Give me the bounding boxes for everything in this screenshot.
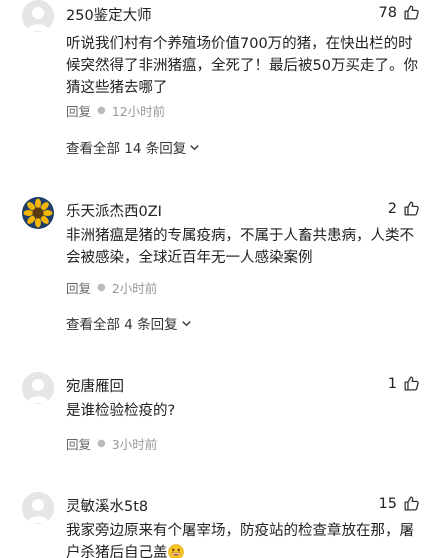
timestamp: 3小时前 [111,437,158,452]
view-replies-label: 查看全部 14 条回复 [66,141,187,157]
reply-button[interactable]: 回复 [66,101,91,120]
comment-text: 非洲猪瘟是猪的专属疫病，不属于人畜共患病，人类不会被感染，全球近百年无一人感染案… [66,228,414,266]
reply-button[interactable]: 回复 [66,434,91,453]
timestamp: 2小时前 [111,281,158,296]
chevron-down-icon [190,145,199,151]
separator-dot: ● [97,105,106,116]
thumbs-up-icon [404,201,419,216]
username[interactable]: 乐天派杰西0ZI [66,200,162,221]
avatar[interactable] [22,372,54,404]
comment-text: 听说我们村有个养殖场价值700万的猪，在快出栏的时候突然得了非洲猪瘟，全死了！最… [66,36,418,96]
chevron-down-icon [182,321,191,327]
comment-meta: 回复 ● 2小时前 [66,278,157,297]
like-button[interactable]: 15 [379,495,420,512]
comment-item: 宛唐雁回 1 是谁检验检疫的? 回复 ● 3小时前 [0,370,440,470]
avatar[interactable] [22,492,54,524]
like-count: 15 [378,495,397,512]
grinning-face-emoji-icon [167,544,184,558]
like-button[interactable]: 78 [379,4,420,21]
username[interactable]: 宛唐雁回 [66,375,124,396]
thumbs-up-icon [404,376,419,391]
like-button[interactable]: 2 [388,200,420,217]
timestamp: 12小时前 [111,104,166,119]
username[interactable]: 灵敏溪水5t8 [66,495,148,516]
comment-meta: 回复 ● 12小时前 [66,101,165,120]
comment-text: 我家旁边原来有个屠宰场，防疫站的检查章放在那，屠户杀猪后自己盖 [66,520,426,558]
comment-item: 乐天派杰西0ZI 2 非洲猪瘟是猪的专属疫病，不属于人畜共患病，人类不会被感染，… [0,195,440,345]
separator-dot: ● [97,282,106,293]
sunflower-avatar-icon [22,197,54,229]
view-replies-label: 查看全部 4 条回复 [66,317,178,333]
comment-meta: 回复 ● 3小时前 [66,434,157,453]
thumbs-up-icon [404,5,419,20]
view-all-replies-button[interactable]: 查看全部 4 条回复 [66,313,192,333]
like-count: 1 [387,375,397,392]
avatar[interactable] [22,197,54,229]
comment-text-content: 我家旁边原来有个屠宰场，防疫站的检查章放在那，屠户杀猪后自己盖 [66,523,414,558]
like-count: 78 [378,4,397,21]
like-count: 2 [387,200,397,217]
default-avatar-icon [22,0,54,32]
username[interactable]: 250鉴定大师 [66,4,152,25]
like-button[interactable]: 1 [388,375,420,392]
thumbs-up-icon [404,496,419,511]
reply-button[interactable]: 回复 [66,278,91,297]
comment-item: 250鉴定大师 78 听说我们村有个养殖场价值700万的猪，在快出栏的时候突然得… [0,0,440,175]
view-all-replies-button[interactable]: 查看全部 14 条回复 [66,137,200,157]
comment-item: 灵敏溪水5t8 15 我家旁边原来有个屠宰场，防疫站的检查章放在那，屠户杀猪后自… [0,490,440,558]
separator-dot: ● [97,438,106,449]
avatar[interactable] [22,0,54,32]
default-avatar-icon [22,492,54,524]
comment-text: 是谁检验检疫的? [66,403,176,419]
default-avatar-icon [22,372,54,404]
